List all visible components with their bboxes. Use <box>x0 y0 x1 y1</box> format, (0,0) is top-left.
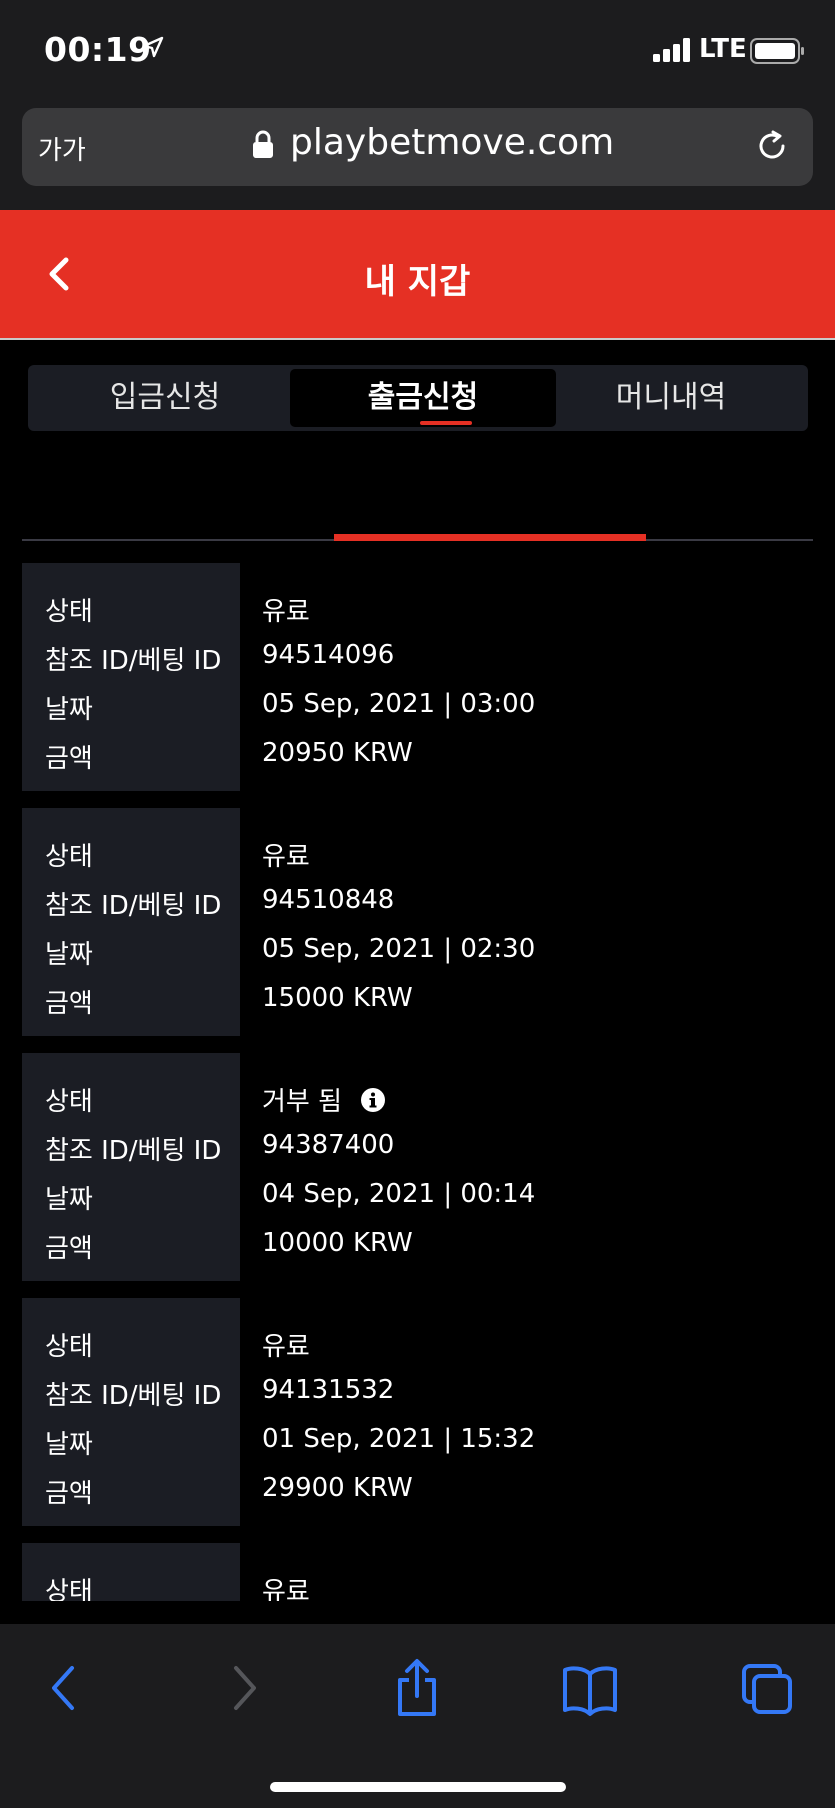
browser-forward-icon[interactable] <box>224 1658 264 1718</box>
info-icon[interactable] <box>360 1087 386 1113</box>
text-size-button[interactable]: 가가 <box>38 130 86 167</box>
date-label: 날짜 <box>45 695 93 725</box>
transaction-card: 상태 참조 ID/베팅 ID 날짜 금액 유료 94510848 05 Sep,… <box>22 808 813 1036</box>
status-value: 거부 됨 <box>262 1087 343 1117</box>
tabs-icon[interactable] <box>740 1658 796 1718</box>
tab-deposit[interactable]: 입금신청 <box>32 369 298 427</box>
status-value: 유료 <box>262 597 310 627</box>
amount-label: 금액 <box>45 1234 93 1264</box>
date-label: 날짜 <box>45 940 93 970</box>
date-value: 04 Sep, 2021 | 00:14 <box>262 1179 536 1209</box>
tab-withdrawal-label: 출금신청 <box>367 380 479 415</box>
status-label: 상태 <box>45 1087 93 1117</box>
wallet-tabs: 입금신청 출금신청 머니내역 <box>28 365 808 431</box>
amount-value: 10000 KRW <box>262 1228 413 1258</box>
status-value-row: 거부 됨 <box>262 1081 386 1118</box>
reload-icon[interactable] <box>752 126 792 166</box>
transaction-card: 상태 참조 ID/베팅 ID 날짜 금액 유료 94131532 01 Sep,… <box>22 1298 813 1526</box>
battery-icon <box>750 38 804 64</box>
ref-id-value: 94510848 <box>262 885 395 915</box>
transaction-card: 상태 유료 <box>22 1543 813 1601</box>
amount-label: 금액 <box>45 989 93 1019</box>
amount-label: 금액 <box>45 744 93 774</box>
status-label: 상태 <box>45 1332 93 1362</box>
bookmarks-icon[interactable] <box>562 1658 618 1718</box>
status-bar: 00:19 LTE <box>0 0 835 100</box>
date-label: 날짜 <box>45 1430 93 1460</box>
home-indicator <box>270 1782 566 1792</box>
amount-value: 15000 KRW <box>262 983 413 1013</box>
date-value: 05 Sep, 2021 | 02:30 <box>262 934 536 964</box>
transaction-list[interactable]: 상태 참조 ID/베팅 ID 날짜 금액 유료 94514096 05 Sep,… <box>22 563 813 1601</box>
share-icon[interactable] <box>392 1658 442 1718</box>
section-indicator <box>334 534 646 541</box>
date-value: 01 Sep, 2021 | 15:32 <box>262 1424 536 1454</box>
signal-icon <box>653 38 690 62</box>
ref-id-label: 참조 ID/베팅 ID <box>45 646 222 676</box>
amount-label: 금액 <box>45 1479 93 1509</box>
ref-id-value: 94514096 <box>262 640 395 670</box>
location-arrow-icon <box>142 36 164 58</box>
tab-money-history[interactable]: 머니내역 <box>538 369 804 427</box>
network-type: LTE <box>699 34 747 64</box>
browser-back-icon[interactable] <box>44 1658 84 1718</box>
status-label: 상태 <box>45 1577 93 1601</box>
status-value: 유료 <box>262 1577 310 1601</box>
date-label: 날짜 <box>45 1185 93 1215</box>
browser-address-area: 가가 playbetmove.com <box>0 100 835 210</box>
tab-withdrawal[interactable]: 출금신청 <box>290 369 556 427</box>
transaction-card: 상태 참조 ID/베팅 ID 날짜 금액 유료 94514096 05 Sep,… <box>22 563 813 791</box>
page-header: 내 지갑 <box>0 210 835 340</box>
status-value: 유료 <box>262 842 310 872</box>
address-bar[interactable]: 가가 playbetmove.com <box>22 108 813 186</box>
status-label: 상태 <box>45 597 93 627</box>
page-title: 내 지갑 <box>364 262 471 302</box>
section-divider <box>22 534 813 541</box>
ref-id-label: 참조 ID/베팅 ID <box>45 1136 222 1166</box>
amount-value: 29900 KRW <box>262 1473 413 1503</box>
ref-id-label: 참조 ID/베팅 ID <box>45 1381 222 1411</box>
status-label: 상태 <box>45 842 93 872</box>
date-value: 05 Sep, 2021 | 03:00 <box>262 689 536 719</box>
status-time: 00:19 <box>44 30 152 69</box>
active-tab-indicator <box>420 421 472 425</box>
amount-value: 20950 KRW <box>262 738 413 768</box>
ref-id-value: 94131532 <box>262 1375 395 1405</box>
status-value: 유료 <box>262 1332 310 1362</box>
transaction-card: 상태 참조 ID/베팅 ID 날짜 금액 거부 됨 94387400 04 Se… <box>22 1053 813 1281</box>
ref-id-value: 94387400 <box>262 1130 395 1160</box>
browser-toolbar <box>0 1624 835 1808</box>
lock-icon <box>253 130 273 158</box>
url-text[interactable]: playbetmove.com <box>290 122 614 163</box>
ref-id-label: 참조 ID/베팅 ID <box>45 891 222 921</box>
